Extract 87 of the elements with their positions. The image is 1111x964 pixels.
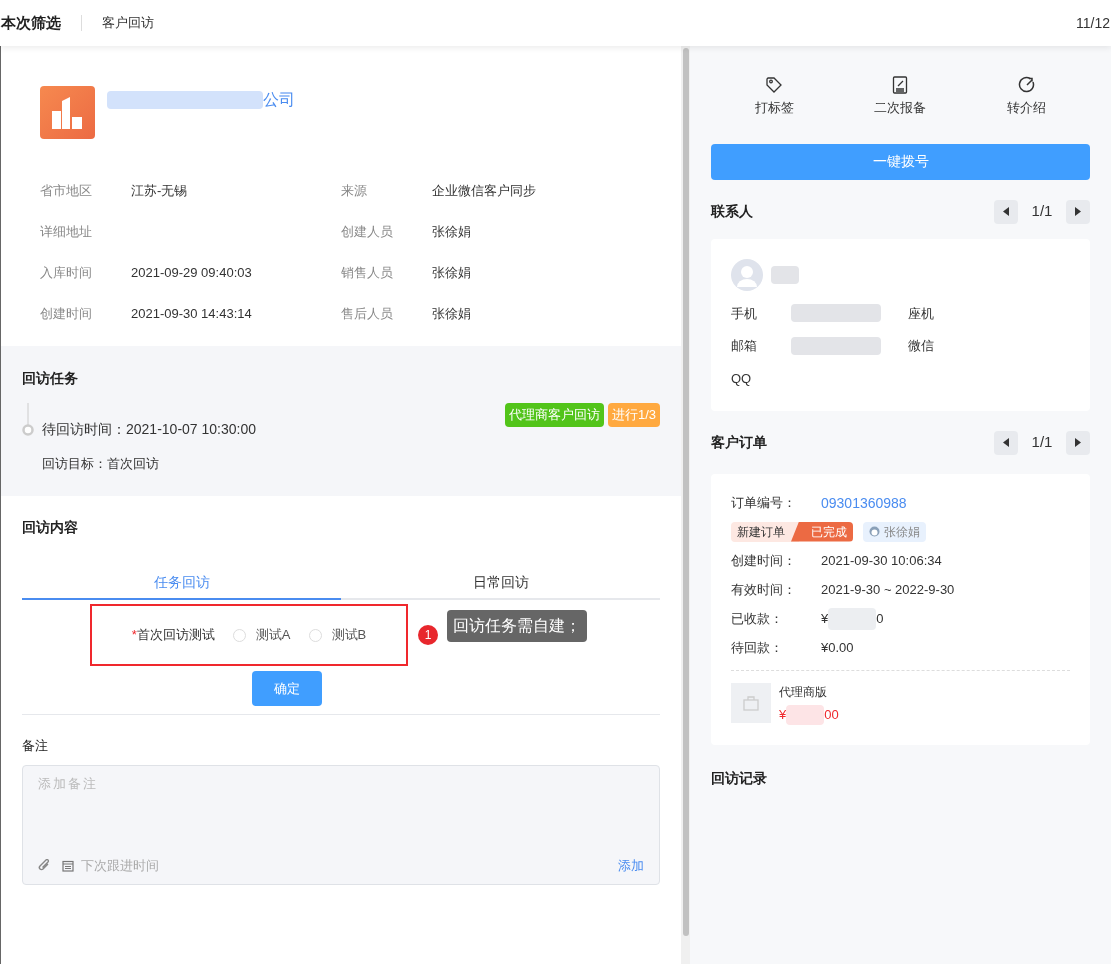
- order-number-link[interactable]: 09301360988: [821, 492, 907, 514]
- status-tag: 进行1/3: [607, 403, 660, 427]
- next-button[interactable]: [1066, 430, 1090, 455]
- owner-tag: 张徐娟: [863, 521, 926, 542]
- section-title: 客户订单: [711, 433, 767, 452]
- section-title: 联系人: [711, 202, 753, 221]
- section-title: 回访记录: [711, 768, 768, 788]
- page-title: 本次筛选: [0, 12, 61, 33]
- product-name: 代理商版: [779, 683, 828, 701]
- action-button[interactable]: 转介绍: [963, 76, 1090, 118]
- radio-option[interactable]: 测试B: [308, 625, 367, 645]
- field-label: 创建时间：: [731, 552, 797, 571]
- previous-button[interactable]: [994, 430, 1018, 455]
- field-label: 手机: [731, 304, 758, 323]
- caret-left-icon: [1003, 207, 1009, 216]
- dial-button[interactable]: 一键拨号: [711, 143, 1090, 180]
- note-field[interactable]: 添加备注 下次跟进时间 添加: [22, 764, 660, 885]
- field-value: 2021-09-30 14:43:14: [131, 304, 252, 323]
- field-value: 张徐娟: [432, 222, 471, 241]
- field-label: 详细地址: [40, 222, 93, 241]
- field-value: 2021-09-29 09:40:03: [131, 263, 252, 282]
- field-label: 订单编号：: [731, 494, 797, 513]
- next-button[interactable]: [1066, 199, 1090, 224]
- caret-right-icon: [1075, 207, 1081, 216]
- tag-icon: [765, 76, 784, 94]
- scrollbar[interactable]: [681, 46, 690, 964]
- paperclip-icon[interactable]: [38, 859, 51, 873]
- field-label: 座机: [908, 304, 935, 323]
- field-value: 张徐娟: [432, 304, 471, 323]
- blurred-text: [786, 704, 825, 725]
- person-icon: [869, 526, 880, 537]
- field-value: 2021-09-30 10:06:34: [821, 552, 942, 571]
- tab[interactable]: 任务回访: [22, 566, 341, 600]
- field-label: QQ: [731, 369, 753, 388]
- currency-sign: ¥: [821, 610, 829, 629]
- refresh-icon: [1017, 76, 1036, 94]
- field-value: 0: [876, 610, 884, 629]
- field-label: 省市地区: [40, 181, 93, 200]
- page-counter: 11/12: [1076, 13, 1111, 33]
- blurred-text: [771, 265, 799, 284]
- question-label: 首次回访测试: [136, 626, 215, 645]
- field-label: 来源: [341, 181, 368, 200]
- shopping-bag-icon: [743, 694, 759, 711]
- field-value: 2021-9-30 ~ 2022-9-30: [821, 581, 955, 600]
- visit-goal: 回访目标：首次回访: [42, 455, 160, 473]
- action-button[interactable]: 二次报备: [837, 76, 964, 118]
- action-button[interactable]: 打标签: [711, 76, 838, 118]
- product-price: 00: [824, 705, 839, 724]
- document-icon: [892, 76, 909, 94]
- section-title: 回访任务: [22, 369, 79, 388]
- field-label: 售后人员: [341, 304, 394, 323]
- status-tag: 代理商客户回访: [504, 403, 604, 427]
- field-value: 企业微信客户同步: [432, 181, 536, 200]
- timeline-dot-icon: [22, 403, 34, 437]
- field-label: 邮箱: [731, 337, 758, 355]
- annotation-tooltip: 回访任务需自建；: [447, 610, 587, 642]
- currency-sign: ¥: [779, 705, 787, 724]
- radio-option[interactable]: 测试A: [232, 625, 291, 645]
- required-mark: *: [131, 626, 137, 645]
- field-label: 微信: [908, 337, 935, 355]
- section-title: 回访内容: [22, 518, 79, 537]
- page-indicator: 1/1: [1030, 432, 1054, 453]
- company-name[interactable]: 公司: [263, 88, 295, 112]
- next-follow-up-field[interactable]: 下次跟进时间: [81, 856, 159, 876]
- page-indicator: 1/1: [1030, 201, 1054, 222]
- caret-right-icon: [1075, 438, 1081, 447]
- field-label: 入库时间: [40, 263, 93, 282]
- annotation-number: 1: [418, 625, 438, 645]
- visit-time: 待回访时间：2021-10-07 10:30:00: [42, 420, 256, 439]
- note-label: 备注: [22, 737, 49, 755]
- field-label: 创建人员: [341, 222, 394, 241]
- caret-left-icon: [1003, 438, 1009, 447]
- field-value: ¥0.00: [821, 639, 854, 658]
- previous-button[interactable]: [994, 199, 1018, 224]
- confirm-button[interactable]: 确定: [252, 671, 322, 706]
- field-value: 江苏-无锡: [131, 181, 188, 200]
- avatar-icon: [731, 258, 763, 291]
- breadcrumb: 客户回访: [102, 14, 154, 33]
- calendar-icon[interactable]: [62, 859, 74, 872]
- tab[interactable]: 日常回访: [341, 566, 660, 600]
- field-label: 创建时间: [40, 304, 93, 323]
- field-label: 待回款：: [731, 639, 784, 658]
- field-label: 销售人员: [341, 263, 394, 282]
- field-value: 张徐娟: [432, 263, 471, 282]
- field-label: 已收款：: [731, 610, 784, 629]
- add-link[interactable]: 添加: [618, 856, 644, 876]
- field-label: 有效时间：: [731, 581, 797, 600]
